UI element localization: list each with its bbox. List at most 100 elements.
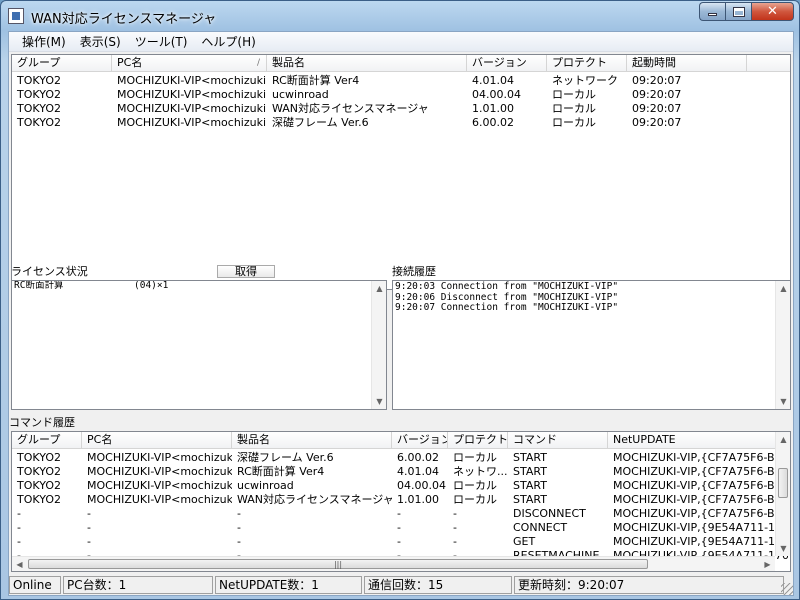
scroll-up-icon[interactable]: ▲ — [372, 281, 386, 296]
table-cell: START — [513, 451, 547, 464]
table-row[interactable]: TOKYO2 MOCHIZUKI-VIP<mochizuki> WAN対応ライセンス… — [12, 102, 747, 116]
table-cell: - — [453, 507, 457, 520]
command-list-body: TOKYO2 MOCHIZUKI-VIP<mochizuki> 深礎フレーム Ver… — [12, 451, 788, 563]
minimize-button[interactable] — [699, 2, 725, 21]
maximize-button[interactable] — [725, 2, 751, 21]
license-vscroll[interactable]: ▲ ▼ — [371, 281, 386, 409]
table-cell: 09:20:07 — [632, 74, 682, 87]
connection-history-box[interactable]: 9:20:03 Connection from "MOCHIZUKI-VIP" 9… — [392, 280, 791, 410]
table-cell: - — [237, 535, 241, 548]
close-button[interactable]: ✕ — [751, 2, 794, 21]
acquire-column-header[interactable]: 取得 — [217, 265, 275, 278]
column-pc-name[interactable]: PC名 / — [112, 55, 267, 72]
table-row[interactable]: TOKYO2 MOCHIZUKI-VIP<mochizuki> 深礎フレーム Ver… — [12, 451, 788, 465]
app-window: WAN対応ライセンスマネージャ ✕ 操作(M) 表示(S) ツール(T) ヘルプ… — [0, 0, 800, 600]
table-row[interactable]: TOKYO2 MOCHIZUKI-VIP<mochizuki> ucwinroad 0… — [12, 88, 747, 102]
horizontal-scroll-thumb[interactable]: ||| — [28, 559, 648, 569]
column-start-time[interactable]: 起動時間 — [627, 55, 747, 72]
menu-help[interactable]: ヘルプ(H) — [194, 32, 262, 52]
table-cell: 09:20:07 — [632, 102, 682, 115]
command-hscroll[interactable]: ◀ ||| ▶ — [12, 556, 775, 571]
connection-vscroll[interactable]: ▲ ▼ — [775, 281, 790, 409]
license-count: (04)×1 — [134, 280, 169, 291]
cmd-column-product[interactable]: 製品名 — [232, 432, 392, 449]
table-cell: RC断面計算 Ver4 — [272, 74, 360, 87]
table-row[interactable]: TOKYO2 MOCHIZUKI-VIP<mochizuki> ucwinroad 0… — [12, 479, 788, 493]
table-cell: ローカル — [552, 116, 596, 129]
scroll-down-icon[interactable]: ▼ — [372, 394, 386, 409]
table-cell: - — [87, 535, 91, 548]
table-cell: MOCHIZUKI-VIP,{CF7A75F6-B25 — [613, 451, 788, 464]
table-cell: START — [513, 479, 547, 492]
scroll-down-icon[interactable]: ▼ — [776, 541, 790, 556]
table-cell: 1.01.00 — [397, 493, 439, 506]
table-cell: RC断面計算 Ver4 — [237, 465, 325, 478]
column-version[interactable]: バージョン — [467, 55, 547, 72]
table-row[interactable]: TOKYO2 MOCHIZUKI-VIP<mochizuki> 深礎フレーム Ver… — [12, 116, 747, 130]
table-cell: 09:20:07 — [632, 88, 682, 101]
scroll-left-icon[interactable]: ◀ — [12, 557, 27, 571]
connection-line: 9:20:03 Connection from "MOCHIZUKI-VIP" — [395, 281, 619, 292]
table-row[interactable]: TOKYO2 MOCHIZUKI-VIP<mochizuki> RC断面計算 Ver… — [12, 465, 788, 479]
command-history-label: コマンド履歴 — [9, 416, 75, 429]
table-row[interactable]: - - - - - GET MOCHIZUKI-VIP,{9E54A711-170F — [12, 535, 788, 549]
scroll-right-icon[interactable]: ▶ — [760, 557, 775, 571]
cmd-column-pc-name[interactable]: PC名 — [82, 432, 232, 449]
cmd-column-netupdate[interactable]: NetUPDATE — [608, 432, 788, 449]
scroll-down-icon[interactable]: ▼ — [776, 394, 790, 409]
table-cell: - — [397, 521, 401, 534]
app-icon[interactable] — [8, 8, 24, 24]
table-cell: MOCHIZUKI-VIP,{CF7A75F6-B25 — [613, 493, 788, 506]
cmd-column-command[interactable]: コマンド — [508, 432, 608, 449]
vertical-scroll-thumb[interactable] — [778, 468, 788, 498]
table-cell: WAN対応ライセンスマネージャ — [272, 102, 429, 115]
table-cell: TOKYO2 — [17, 116, 61, 129]
table-cell: 09:20:07 — [632, 116, 682, 129]
status-online: Online — [9, 576, 61, 594]
column-product[interactable]: 製品名 — [267, 55, 467, 72]
table-cell: - — [397, 507, 401, 520]
menu-view[interactable]: 表示(S) — [73, 32, 128, 52]
table-cell: MOCHIZUKI-VIP<mochizuki> — [117, 102, 267, 115]
table-cell: TOKYO2 — [17, 451, 61, 464]
menu-operation[interactable]: 操作(M) — [15, 32, 73, 52]
license-product-name: RC断面計算 — [14, 280, 64, 291]
status-bar: Online PC台数：1 NetUPDATE数：1 通信回数：15 更新時刻：… — [9, 575, 793, 595]
table-cell: 4.01.04 — [472, 74, 514, 87]
license-status-box[interactable]: RC断面計算 (04)×1 ▲ ▼ — [11, 280, 387, 410]
table-row[interactable]: - - - - - DISCONNECT MOCHIZUKI-VIP,{CF7A75F6-B… — [12, 507, 788, 521]
cmd-column-version[interactable]: バージョン — [392, 432, 448, 449]
table-row[interactable]: TOKYO2 MOCHIZUKI-VIP<mochizuki> WAN対応ライセンス… — [12, 493, 788, 507]
scroll-up-icon[interactable]: ▲ — [776, 281, 790, 296]
table-cell: 04.00.04 — [472, 88, 521, 101]
cmd-column-protect[interactable]: プロテクト — [448, 432, 508, 449]
table-cell: TOKYO2 — [17, 88, 61, 101]
connection-lines: 9:20:03 Connection from "MOCHIZUKI-VIP" 9… — [393, 281, 790, 314]
table-row[interactable]: - - - - - CONNECT MOCHIZUKI-VIP,{9E54A711-170F — [12, 521, 788, 535]
list-header: グループ PC名 / 製品名 バージョン プロテクト 起動時間 — [12, 55, 790, 72]
column-group[interactable]: グループ — [12, 55, 112, 72]
cmd-column-group[interactable]: グループ — [12, 432, 82, 449]
command-history-list[interactable]: グループ PC名 製品名 バージョン プロテクト コマンド NetUPDATE … — [11, 431, 791, 572]
table-cell: ネットワーク — [552, 74, 618, 87]
table-cell: 1.01.00 — [472, 102, 514, 115]
table-cell: MOCHIZUKI-VIP<mochizuki> — [87, 479, 232, 492]
menu-bar: 操作(M) 表示(S) ツール(T) ヘルプ(H) — [9, 32, 793, 52]
command-vscroll[interactable]: ▲ ▼ — [775, 432, 790, 556]
table-cell: TOKYO2 — [17, 74, 61, 87]
active-products-list[interactable]: グループ PC名 / 製品名 バージョン プロテクト 起動時間 TOKYO2 MOC… — [11, 54, 791, 290]
table-cell: START — [513, 493, 547, 506]
table-cell: MOCHIZUKI-VIP,{CF7A75F6-B25 — [613, 465, 788, 478]
table-cell: 深礎フレーム Ver.6 — [272, 116, 369, 129]
resize-grip-icon[interactable] — [781, 583, 793, 595]
command-list-header: グループ PC名 製品名 バージョン プロテクト コマンド NetUPDATE — [12, 432, 788, 449]
menu-tools[interactable]: ツール(T) — [128, 32, 195, 52]
table-cell: MOCHIZUKI-VIP,{9E54A711-170F — [613, 521, 788, 534]
table-cell: ローカル — [453, 479, 497, 492]
column-protect[interactable]: プロテクト — [547, 55, 627, 72]
scroll-up-icon[interactable]: ▲ — [776, 432, 790, 447]
table-cell: - — [17, 521, 21, 534]
table-row[interactable]: TOKYO2 MOCHIZUKI-VIP<mochizuki> RC断面計算 Ver… — [12, 74, 747, 88]
title-bar[interactable]: WAN対応ライセンスマネージャ ✕ — [1, 1, 799, 31]
license-lines: RC断面計算 (04)×1 — [12, 281, 386, 292]
